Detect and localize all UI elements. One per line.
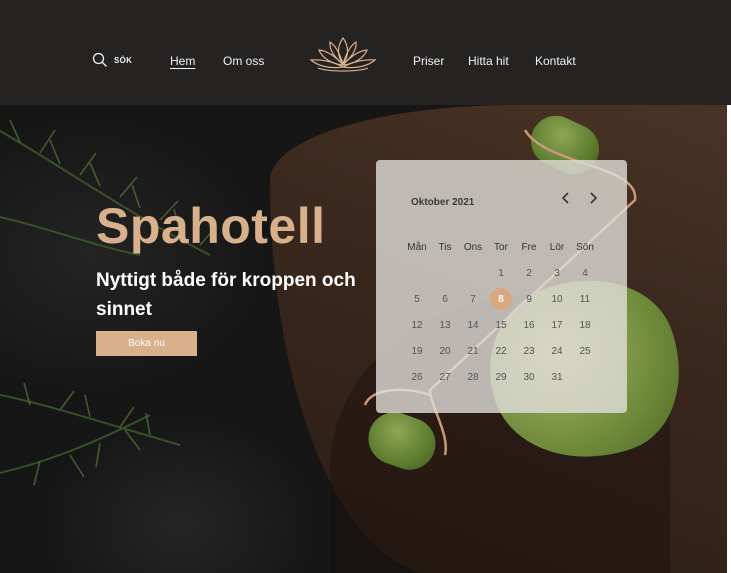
weekday-label: Tor [494, 241, 508, 253]
calendar-day[interactable]: 2 [515, 262, 543, 284]
nav-link-hitta-hit[interactable]: Hitta hit [468, 54, 509, 68]
calendar-week-row: 19 20 21 22 23 24 25 [403, 338, 599, 364]
calendar-grid: Mån Tis Ons Tor Fre Lör Sön 1 2 3 4 5 6 … [403, 234, 599, 390]
calendar-day[interactable]: 13 [431, 314, 459, 336]
calendar-day[interactable]: 22 [487, 340, 515, 362]
nav-link-kontakt[interactable]: Kontakt [535, 54, 576, 68]
calendar-day[interactable]: 20 [431, 340, 459, 362]
calendar-day[interactable]: 16 [515, 314, 543, 336]
top-navigation-bar: SÖK Hem Om oss Priser Hitta hit Kontakt [0, 0, 731, 105]
weekday-label: Fre [521, 241, 537, 253]
weekday-label: Mån [407, 241, 427, 253]
calendar-day[interactable]: 27 [431, 366, 459, 388]
search-button[interactable]: SÖK [92, 52, 132, 68]
calendar-day-empty [459, 262, 487, 284]
calendar-day[interactable]: 21 [459, 340, 487, 362]
page-edge [727, 105, 731, 573]
chevron-right-icon[interactable] [585, 190, 601, 206]
calendar-day[interactable]: 9 [515, 288, 543, 310]
weekday-label: Sön [576, 241, 594, 253]
book-now-button[interactable]: Boka nu [96, 331, 197, 356]
weekday-label: Lör [549, 241, 565, 253]
calendar-day[interactable]: 12 [403, 314, 431, 336]
calendar-day[interactable]: 11 [571, 288, 599, 310]
calendar-day[interactable]: 25 [571, 340, 599, 362]
calendar-day[interactable]: 24 [543, 340, 571, 362]
weekday-label: Ons [463, 241, 483, 253]
calendar-day[interactable]: 3 [543, 262, 571, 284]
calendar-week-row: 5 6 7 8 9 10 11 [403, 286, 599, 312]
calendar-day[interactable]: 17 [543, 314, 571, 336]
nav-link-om-oss[interactable]: Om oss [223, 54, 264, 68]
calendar-day[interactable]: 19 [403, 340, 431, 362]
calendar-day-empty [403, 262, 431, 284]
search-icon [92, 52, 107, 67]
hero-title: Spahotell [96, 198, 326, 254]
calendar-day-selected[interactable]: 8 [487, 288, 515, 310]
nav-link-hem[interactable]: Hem [170, 54, 195, 68]
calendar-day[interactable]: 30 [515, 366, 543, 388]
calendar-day-empty [571, 366, 599, 388]
calendar-week-row: 1 2 3 4 [403, 260, 599, 286]
chevron-left-icon[interactable] [558, 190, 574, 206]
booking-calendar: Oktober 2021 Mån Tis Ons Tor Fre Lör Sön… [376, 160, 627, 413]
calendar-day[interactable]: 14 [459, 314, 487, 336]
nav-link-priser[interactable]: Priser [413, 54, 444, 68]
calendar-day[interactable]: 10 [543, 288, 571, 310]
calendar-day[interactable]: 7 [459, 288, 487, 310]
calendar-month-label: Oktober 2021 [411, 197, 475, 208]
selected-day-number: 8 [490, 288, 512, 310]
weekday-label: Tis [438, 241, 452, 253]
calendar-day[interactable]: 15 [487, 314, 515, 336]
calendar-day[interactable]: 31 [543, 366, 571, 388]
lotus-logo-icon[interactable] [308, 32, 378, 74]
calendar-week-row: 12 13 14 15 16 17 18 [403, 312, 599, 338]
calendar-day[interactable]: 6 [431, 288, 459, 310]
calendar-day[interactable]: 18 [571, 314, 599, 336]
calendar-day[interactable]: 28 [459, 366, 487, 388]
calendar-day[interactable]: 4 [571, 262, 599, 284]
calendar-day-empty [431, 262, 459, 284]
calendar-weekday-row: Mån Tis Ons Tor Fre Lör Sön [403, 234, 599, 260]
calendar-day[interactable]: 1 [487, 262, 515, 284]
search-label: SÖK [114, 55, 133, 65]
hero-subtitle: Nyttigt både för kroppen och sinnet [96, 270, 356, 320]
calendar-day[interactable]: 5 [403, 288, 431, 310]
calendar-day[interactable]: 26 [403, 366, 431, 388]
calendar-week-row: 26 27 28 29 30 31 [403, 364, 599, 390]
calendar-day[interactable]: 29 [487, 366, 515, 388]
calendar-day[interactable]: 23 [515, 340, 543, 362]
